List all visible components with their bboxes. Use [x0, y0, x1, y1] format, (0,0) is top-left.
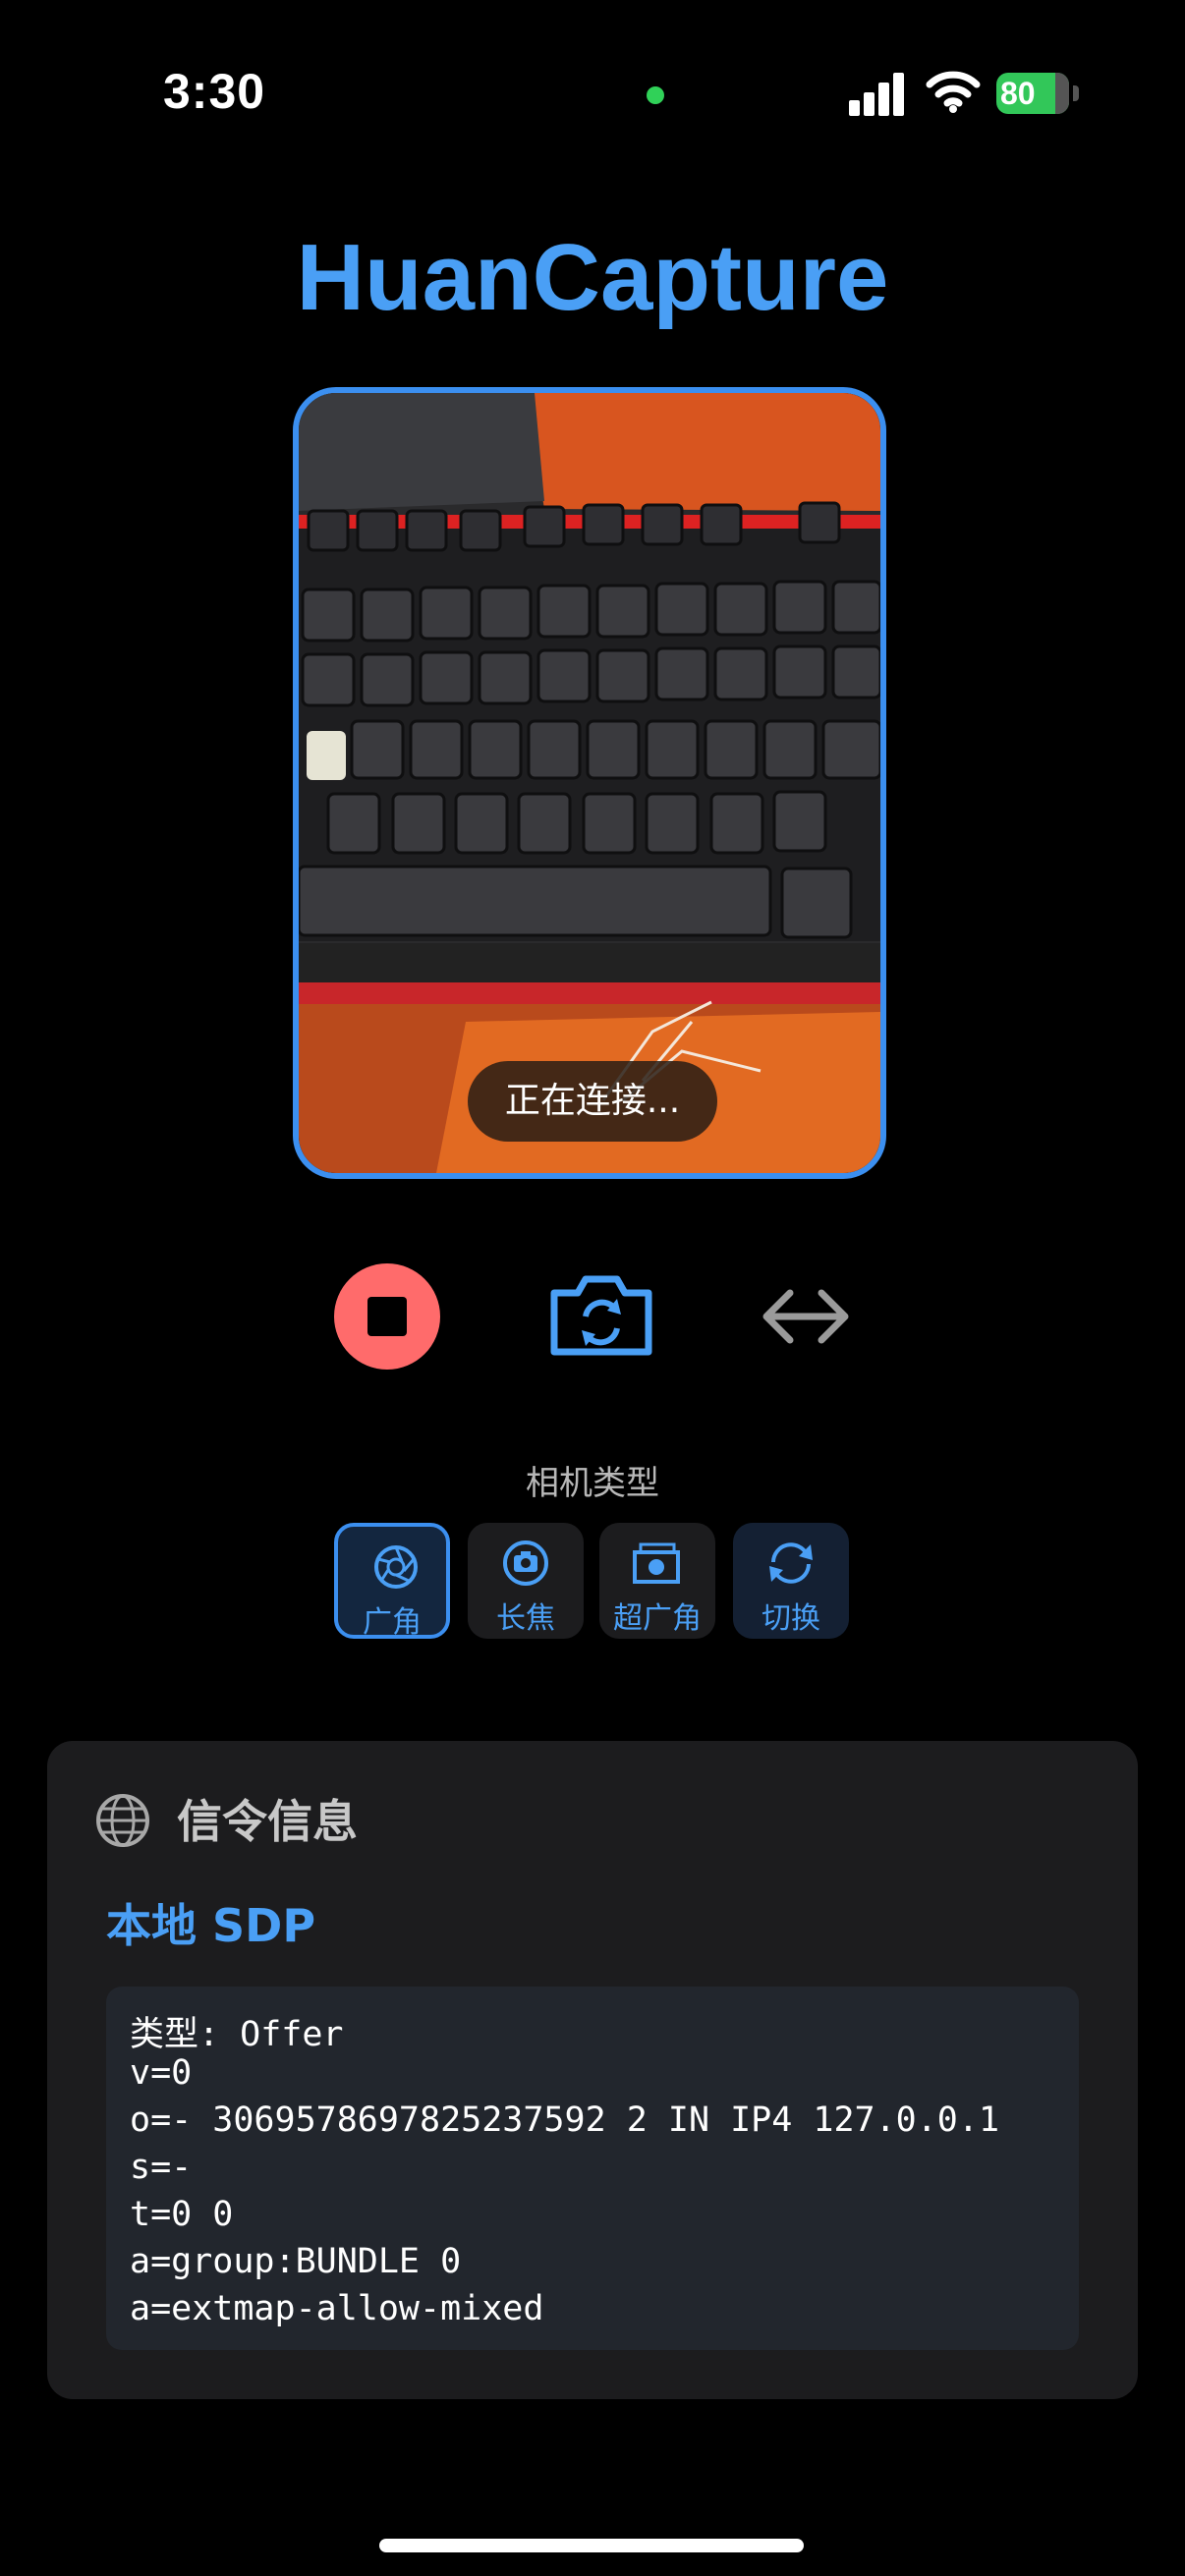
- camera-option-switch[interactable]: 切换: [733, 1523, 849, 1639]
- sdp-line: a=extmap-allow-mixed: [130, 2289, 544, 2328]
- keyboard-preview-image: [299, 393, 880, 1173]
- stop-icon: [367, 1297, 407, 1336]
- sdp-text-block[interactable]: 类型: Offer v=0 o=- 3069578697825237592 2 …: [106, 1987, 1079, 2350]
- sdp-line: v=0: [130, 2053, 193, 2093]
- signaling-title: 信令信息: [177, 1795, 358, 1848]
- camera-option-label: 广角: [363, 1605, 422, 1640]
- cellular-signal-icon: [849, 71, 906, 116]
- connection-status-badge: 正在连接...: [468, 1061, 717, 1142]
- wifi-icon: [926, 71, 981, 113]
- camera-option-wide[interactable]: 广角: [334, 1523, 450, 1640]
- battery-level: 80: [1000, 76, 1036, 111]
- status-time: 3:30: [163, 64, 266, 119]
- signaling-info-card: 信令信息 本地 SDP 类型: Offer v=0 o=- 3069578697…: [47, 1741, 1138, 2399]
- camera-option-label: 超广角: [613, 1601, 702, 1636]
- camera-option-label: 长焦: [496, 1601, 555, 1636]
- sdp-line: o=- 3069578697825237592 2 IN IP4 127.0.0…: [130, 2100, 1000, 2140]
- home-indicator[interactable]: [379, 2539, 804, 2552]
- switch-icon: [769, 1542, 813, 1584]
- globe-icon: [96, 1794, 149, 1847]
- camera-type-label: 相机类型: [526, 1464, 659, 1503]
- sdp-line: 类型: Offer: [130, 2015, 344, 2054]
- app-title: HuanCapture: [296, 225, 889, 330]
- sdp-line: s=-: [130, 2148, 193, 2187]
- camera-option-telephoto[interactable]: 长焦: [468, 1523, 584, 1639]
- aperture-icon: [374, 1545, 418, 1589]
- stop-button[interactable]: [334, 1263, 440, 1370]
- sdp-line: a=group:BUNDLE 0: [130, 2242, 462, 2281]
- mirror-arrows-icon[interactable]: [759, 1279, 853, 1354]
- wide-camera-icon: [633, 1542, 680, 1584]
- camera-icon: [503, 1540, 548, 1586]
- sdp-line: t=0 0: [130, 2195, 234, 2234]
- battery-icon: 80: [996, 73, 1081, 114]
- camera-indicator-dot: [647, 86, 664, 104]
- camera-option-label: 切换: [762, 1601, 820, 1636]
- local-sdp-heading: 本地 SDP: [106, 1899, 316, 1952]
- camera-option-ultrawide[interactable]: 超广角: [599, 1523, 715, 1639]
- camera-flip-icon[interactable]: [544, 1267, 658, 1362]
